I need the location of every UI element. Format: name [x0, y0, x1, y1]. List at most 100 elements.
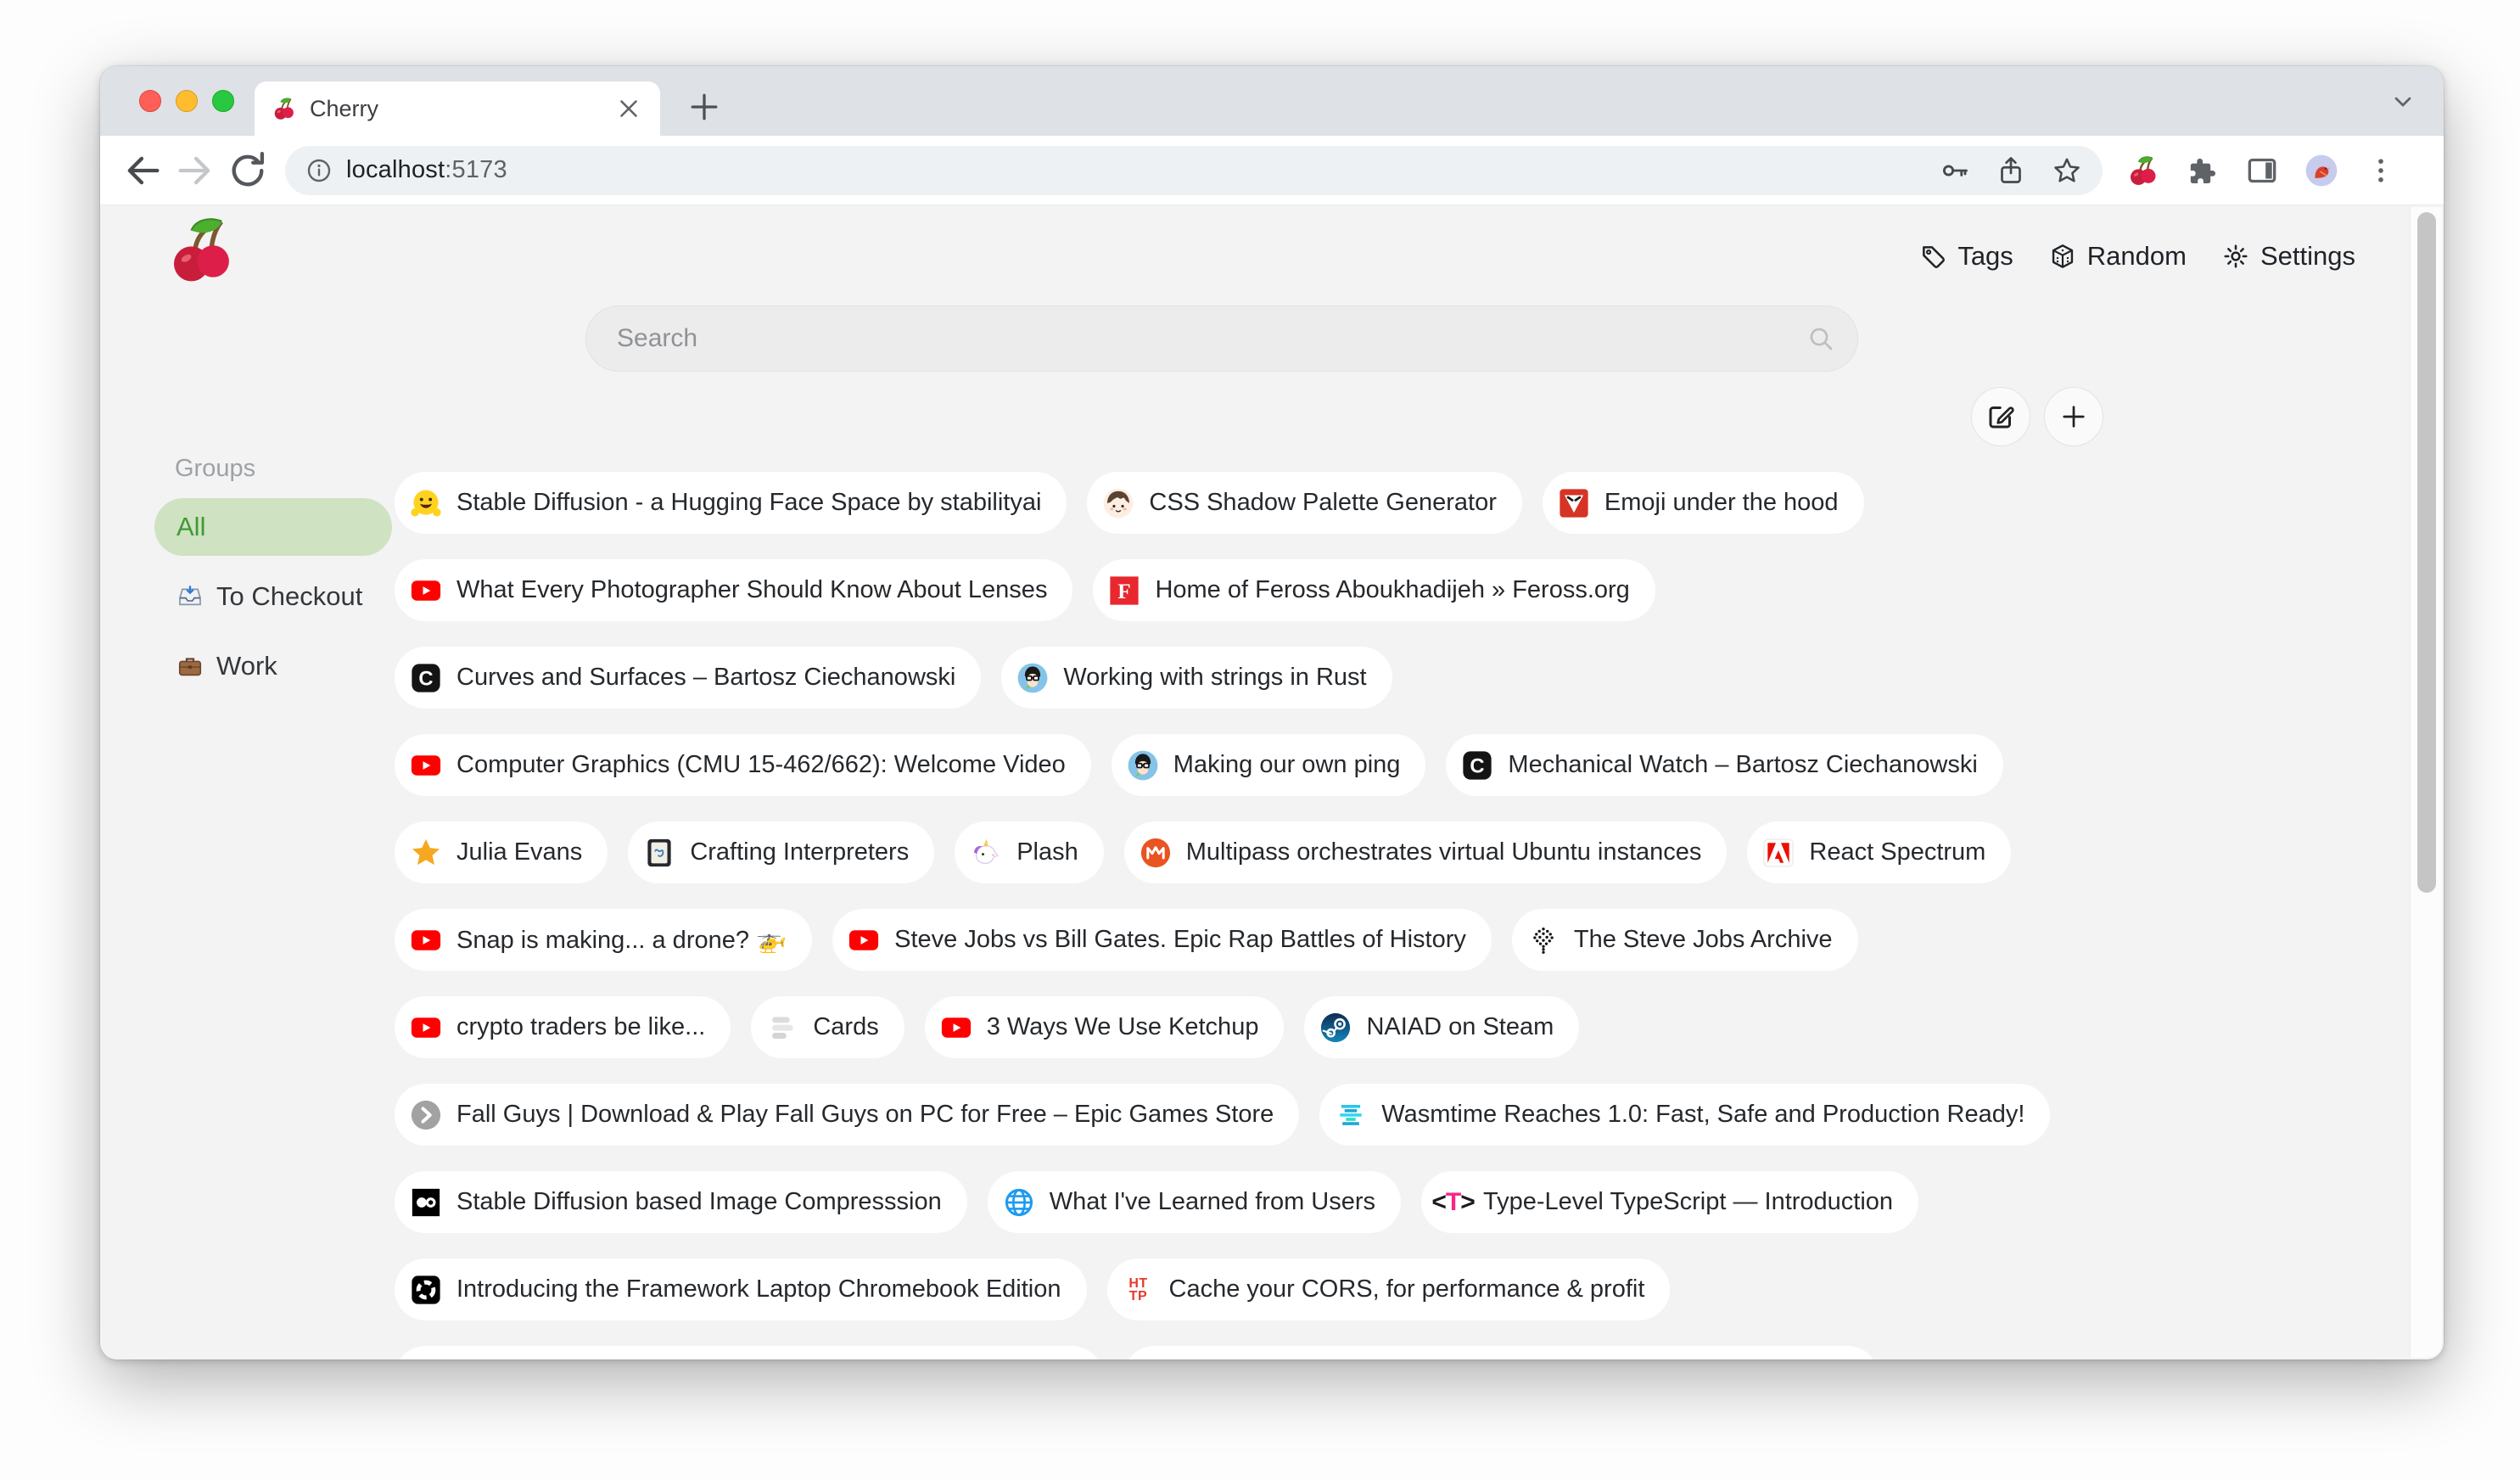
new-tab-button[interactable] [686, 88, 723, 126]
cherry-extension-icon[interactable] [2126, 154, 2160, 188]
bookmark-pill[interactable]: Crafting Interpreters [628, 821, 934, 883]
youtube-icon [410, 575, 442, 607]
tab-strip: Cherry [100, 66, 2444, 136]
epic-icon [410, 1099, 442, 1131]
tag-icon [1919, 243, 1946, 270]
bookmark-pill[interactable]: Computer Graphics (CMU 15-462/662): Welc… [395, 734, 1091, 796]
bookmark-label: Introducing the Framework Laptop Chromeb… [456, 1275, 1061, 1303]
tab-close-icon[interactable] [614, 94, 643, 123]
bookmark-pill[interactable]: The Steve Jobs Archive [1512, 909, 1858, 971]
side-panel-icon[interactable] [2245, 154, 2279, 188]
edit-bookmarks-button[interactable] [1971, 387, 2030, 446]
bookmark-pill[interactable] [395, 1346, 1103, 1359]
bookmark-pill[interactable]: What I've Learned from Users [988, 1171, 1401, 1233]
search-input[interactable] [585, 306, 1858, 372]
bookmark-pill[interactable]: Emoji under the hood [1543, 472, 1864, 534]
groups-title: Groups [175, 455, 392, 483]
nav-tags[interactable]: Tags [1919, 241, 2013, 272]
bookmark-label: CSS Shadow Palette Generator [1149, 489, 1496, 517]
page-scrollbar [2410, 207, 2442, 1358]
bookmark-pill[interactable]: FHome of Feross Aboukhadijeh » Feross.or… [1093, 559, 1655, 621]
menu-kebab-icon[interactable] [2364, 154, 2398, 188]
star-icon [410, 837, 442, 869]
cherry-favicon-icon [272, 96, 297, 121]
bookmark-pill[interactable]: Plash [955, 821, 1104, 883]
bookmark-label: React Spectrum [1809, 838, 1985, 866]
bookmark-label: The Steve Jobs Archive [1574, 926, 1833, 954]
svg-text:C: C [1470, 754, 1485, 777]
unicorn-icon [970, 837, 1002, 869]
nav-random[interactable]: Random [2049, 241, 2187, 272]
nav-label: Tags [1957, 241, 2013, 272]
tab-search-chevron-icon[interactable] [2389, 88, 2416, 115]
bookmark-pill[interactable]: Steve Jobs vs Bill Gates. Epic Rap Battl… [832, 909, 1492, 971]
address-bar[interactable]: localhost:5173 [285, 146, 2103, 195]
svg-text:F: F [1118, 579, 1131, 603]
back-button[interactable] [120, 149, 165, 193]
bookmark-pill[interactable]: <T>Type-Level TypeScript — Introduction [1421, 1171, 1918, 1233]
bookmark-pill[interactable]: Snap is making... a drone? 🚁 [395, 909, 812, 971]
bookmark-pill[interactable] [1123, 1346, 1879, 1359]
bookmark-star-icon[interactable] [2052, 155, 2082, 186]
bookmark-pill[interactable]: CCurves and Surfaces – Bartosz Ciechanow… [395, 647, 981, 709]
bookmark-pill[interactable]: Introducing the Framework Laptop Chromeb… [395, 1259, 1087, 1320]
bookmark-row: Computer Graphics (CMU 15-462/662): Welc… [395, 734, 2384, 796]
bookmark-row: Stable Diffusion based Image Compresssio… [395, 1171, 2384, 1233]
browser-tab[interactable]: Cherry [255, 81, 660, 136]
cherry-logo-icon[interactable] [165, 212, 239, 287]
bookmark-pill[interactable]: What Every Photographer Should Know Abou… [395, 559, 1072, 621]
bookmark-pill[interactable]: Working with strings in Rust [1001, 647, 1392, 709]
bookmark-pill[interactable]: CMechanical Watch – Bartosz Ciechanowski [1446, 734, 2002, 796]
group-all[interactable]: All [154, 498, 392, 556]
cards-icon [766, 1012, 798, 1044]
film-icon [410, 1186, 442, 1219]
profile-avatar[interactable] [2304, 154, 2338, 188]
feross-icon: F [1108, 575, 1140, 607]
bookmark-row: Stable Diffusion - a Hugging Face Space … [395, 472, 2384, 534]
site-info-icon[interactable] [305, 157, 333, 184]
add-bookmark-button[interactable] [2044, 387, 2103, 446]
bookmark-pill[interactable]: 3 Ways We Use Ketchup [925, 996, 1285, 1058]
bookmark-pill[interactable]: Wasmtime Reaches 1.0: Fast, Safe and Pro… [1319, 1084, 2050, 1146]
youtube-icon [940, 1012, 972, 1044]
bookmark-pill[interactable]: Fall Guys | Download & Play Fall Guys on… [395, 1084, 1299, 1146]
bookmark-pill[interactable]: Stable Diffusion based Image Compresssio… [395, 1171, 967, 1233]
bookmark-pill[interactable]: React Spectrum [1747, 821, 2011, 883]
http-icon: HTTP [1123, 1274, 1155, 1306]
nav-settings[interactable]: Settings [2222, 241, 2355, 272]
framework-icon [410, 1274, 442, 1306]
bookmark-row: CCurves and Surfaces – Bartosz Ciechanow… [395, 647, 2384, 709]
bookmark-label: NAIAD on Steam [1366, 1013, 1554, 1041]
avatar-glasses-icon [1016, 662, 1049, 694]
tray-icon [176, 583, 204, 610]
bookmark-pill[interactable]: Stable Diffusion - a Hugging Face Space … [395, 472, 1067, 534]
group-label: To Checkout [216, 581, 362, 612]
password-key-icon[interactable] [1940, 155, 1970, 186]
forward-button[interactable] [173, 149, 217, 193]
scrollbar-thumb[interactable] [2417, 212, 2436, 893]
emoji-mask-icon [1558, 487, 1590, 519]
bookmark-pill[interactable]: Julia Evans [395, 821, 608, 883]
group-work[interactable]: Work [154, 637, 392, 695]
browser-window: Cherry localhost:5173 [100, 66, 2444, 1359]
bookmark-pill[interactable]: CSS Shadow Palette Generator [1087, 472, 1521, 534]
extension-area [2126, 154, 2398, 188]
share-icon[interactable] [1996, 155, 2026, 186]
bookmark-pill[interactable]: Multipass orchestrates virtual Ubuntu in… [1124, 821, 1728, 883]
globe-icon [1003, 1186, 1035, 1219]
type-ts-icon: <T> [1436, 1186, 1469, 1219]
bookmark-label: Making our own ping [1173, 751, 1401, 779]
bookmark-pill[interactable]: NAIAD on Steam [1304, 996, 1579, 1058]
zoom-window-button[interactable] [212, 90, 234, 112]
bookmark-pill[interactable]: HTTPCache your CORS, for performance & p… [1107, 1259, 1671, 1320]
bookmark-pill[interactable]: Making our own ping [1112, 734, 1426, 796]
group-to-checkout[interactable]: To Checkout [154, 568, 392, 625]
close-window-button[interactable] [139, 90, 161, 112]
reload-button[interactable] [226, 149, 270, 193]
minimize-window-button[interactable] [176, 90, 198, 112]
bookmark-pill[interactable]: crypto traders be like... [395, 996, 731, 1058]
extensions-puzzle-icon[interactable] [2186, 154, 2220, 188]
adobe-icon [1762, 837, 1795, 869]
bookmark-pill[interactable]: Cards [751, 996, 904, 1058]
bookmark-row: Fall Guys | Download & Play Fall Guys on… [395, 1084, 2384, 1146]
